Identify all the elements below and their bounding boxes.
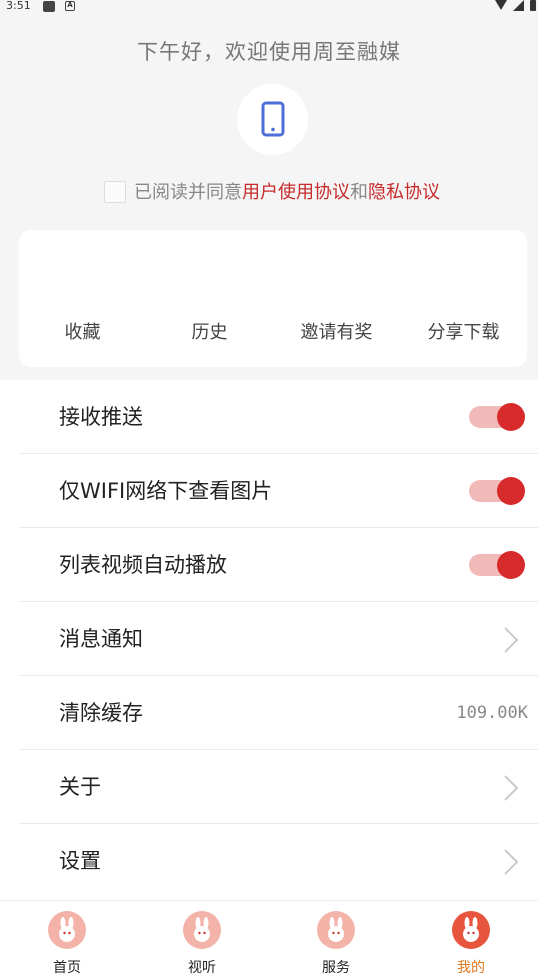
home-mascot-icon [48,911,86,949]
bottom-tab-bar: 首页 视听 服务 我的 [0,900,538,976]
user-agreement-link[interactable]: 用户使用协议 [242,182,350,203]
about-row[interactable]: 关于 [19,750,538,824]
battery-icon [530,0,536,11]
agreement-prefix: 已阅读并同意 [134,182,242,203]
chevron-right-icon [504,849,519,875]
chevron-right-icon [504,627,519,653]
chevron-right-icon [504,775,519,801]
autoplay-toggle[interactable] [469,551,525,579]
tab-service-label: 服务 [322,960,350,976]
notification-icon [43,1,55,12]
about-label: 关于 [59,775,101,799]
phone-login-button[interactable] [237,84,308,155]
push-setting-row[interactable]: 接收推送 [19,380,538,454]
accessibility-icon: A [65,1,75,11]
agreement-conjunction: 和 [350,182,368,203]
invite-reward-button[interactable]: 邀请有奖 [273,318,400,344]
wifi-images-setting-row[interactable]: 仅WIFI网络下查看图片 [19,454,538,528]
quick-actions-card: 收藏 历史 邀请有奖 分享下载 [19,230,527,367]
profile-mascot-icon [452,911,490,949]
favorites-button[interactable]: 收藏 [19,318,146,344]
clear-cache-label: 清除缓存 [59,701,143,725]
tab-home[interactable]: 首页 [0,901,134,976]
tab-media[interactable]: 视听 [135,901,269,976]
status-indicators [495,0,536,12]
settings-label: 设置 [59,849,101,873]
push-toggle[interactable] [469,403,525,431]
push-setting-label: 接收推送 [59,405,143,429]
agreement-row: 已阅读并同意用户使用协议和隐私协议 [104,180,440,205]
settings-row[interactable]: 设置 [19,824,538,898]
cache-size-value: 109.00K [456,703,528,723]
greeting-text: 下午好，欢迎使用周至融媒 [137,40,401,64]
autoplay-setting-row[interactable]: 列表视频自动播放 [19,528,538,602]
cellular-signal-icon [512,0,524,11]
agreement-checkbox[interactable] [104,180,126,203]
status-bar: 3:51 A [0,0,538,14]
wifi-images-setting-label: 仅WIFI网络下查看图片 [59,479,273,503]
service-mascot-icon [317,911,355,949]
tab-home-label: 首页 [53,960,81,976]
privacy-agreement-link[interactable]: 隐私协议 [368,182,440,203]
tab-media-label: 视听 [188,960,216,976]
share-download-button[interactable]: 分享下载 [400,318,527,344]
tab-profile-label: 我的 [457,960,485,976]
autoplay-setting-label: 列表视频自动播放 [59,553,227,577]
history-button[interactable]: 历史 [146,318,273,344]
tab-profile[interactable]: 我的 [404,901,538,976]
wifi-icon [495,0,507,10]
clear-cache-row[interactable]: 清除缓存 109.00K [19,676,538,750]
notifications-row[interactable]: 消息通知 [19,602,538,676]
phone-icon [261,101,285,137]
media-mascot-icon [183,911,221,949]
wifi-images-toggle[interactable] [469,477,525,505]
notifications-label: 消息通知 [59,627,143,651]
status-time: 3:51 [6,0,31,12]
tab-service[interactable]: 服务 [269,901,403,976]
